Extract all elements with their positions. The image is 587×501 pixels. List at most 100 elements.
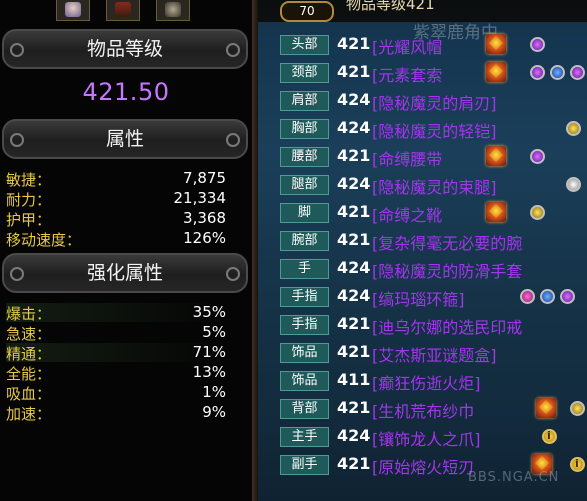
gem-socket-icon (520, 289, 535, 304)
enhancements-header-label: 强化属性 (86, 262, 163, 284)
item-level: 424 (337, 286, 371, 305)
slot-label: 饰品 (280, 343, 329, 363)
item-name[interactable]: [元素套索 (372, 62, 442, 86)
item-level: 421 (337, 314, 371, 333)
item-level: 421 (337, 146, 371, 165)
equipment-row-wrist[interactable]: 腕部 421 [复杂得毫无必要的腕 (258, 228, 587, 254)
tab-reputation[interactable] (106, 0, 140, 21)
equipment-row-back[interactable]: 背部 421 [生机荒布纱巾 (258, 396, 587, 422)
stat-row-stamina: 耐力： 21,334 (6, 189, 227, 209)
ornament-icon (226, 133, 240, 147)
stat-value: 9% (202, 403, 226, 421)
tab-character[interactable] (56, 0, 90, 21)
slot-label: 背部 (280, 399, 329, 419)
stat-label: 爆击： (6, 305, 52, 323)
item-level: 424 (337, 118, 371, 137)
stat-row-haste: 急速： 5% (6, 323, 226, 343)
equipment-row-trinket-2[interactable]: 饰品 411 [癫狂伤逝火炬] (258, 368, 587, 394)
item-name[interactable]: [光耀风帽 (372, 34, 442, 58)
ornament-icon (10, 43, 24, 57)
stat-label: 全能： (6, 365, 52, 383)
equipment-row-finger-2[interactable]: 手指 421 [迪乌尔娜的选民印戒 (258, 312, 587, 338)
slot-label: 腕部 (280, 231, 329, 251)
banner-icon (115, 2, 131, 17)
equipment-row-shoulder[interactable]: 肩部 424 [隐秘魔灵的肩刃] (258, 88, 587, 114)
gem-socket-icon (530, 65, 545, 80)
equipment-row-main-hand[interactable]: 主手 424 [镶饰龙人之爪] (258, 424, 587, 450)
slot-label: 颈部 (280, 63, 329, 83)
item-name[interactable]: [迪乌尔娜的选民印戒 (372, 314, 522, 338)
ornament-icon (10, 267, 24, 281)
item-name[interactable]: [镶饰龙人之爪] (372, 426, 481, 450)
tab-currency[interactable] (156, 0, 190, 21)
attributes-header-label: 属性 (105, 128, 144, 150)
stat-row-leech: 吸血： 1% (6, 383, 226, 403)
item-level: 421 (337, 454, 371, 473)
stat-row-mastery: 精通： 71% (6, 343, 226, 363)
item-name[interactable]: [隐秘魔灵的轻铠] (372, 118, 497, 142)
enchant-icon (530, 205, 545, 220)
item-name[interactable]: [隐秘魔灵的防滑手套 (372, 258, 522, 282)
equipment-row-trinket-1[interactable]: 饰品 421 [艾杰斯亚谜题盒] (258, 340, 587, 366)
stat-value: 3,368 (183, 209, 226, 227)
stat-label: 移动速度： (6, 231, 82, 249)
stat-value: 5% (202, 323, 226, 341)
item-name[interactable]: [癫狂伤逝火炬] (372, 370, 481, 394)
item-level: 424 (337, 90, 371, 109)
equipment-row-neck[interactable]: 颈部 421 [元素套索 (258, 60, 587, 86)
info-icon (570, 457, 585, 472)
item-name[interactable]: [隐秘魔灵的束腿] (372, 174, 497, 198)
equipment-row-chest[interactable]: 胸部 424 [隐秘魔灵的轻铠] (258, 116, 587, 142)
equipment-row-head[interactable]: 头部 421 [光耀风帽 (258, 32, 587, 58)
stat-row-versatility: 全能： 13% (6, 363, 226, 383)
crafted-crest-icon (536, 398, 556, 418)
item-name[interactable]: [艾杰斯亚谜题盒] (372, 342, 497, 366)
stat-row-agility: 敏捷： 7,875 (6, 169, 226, 189)
slot-label: 主手 (280, 427, 329, 447)
crafted-crest-icon (486, 146, 506, 166)
slot-label: 手指 (280, 287, 329, 307)
equipment-row-finger-1[interactable]: 手指 424 [缟玛瑙环箍] (258, 284, 587, 310)
slot-label: 手 (280, 259, 329, 279)
item-level: 421 (337, 342, 371, 361)
gem-socket-icon (530, 149, 545, 164)
stat-label: 敏捷： (6, 171, 52, 189)
item-level-header: 物品等级 (2, 29, 248, 69)
item-name[interactable]: [生机荒布纱巾 (372, 398, 474, 422)
stat-row-speed: 加速： 9% (6, 403, 226, 423)
equipment-row-feet[interactable]: 脚 421 [命缚之靴 (258, 200, 587, 226)
stat-label: 精通： (6, 345, 52, 363)
stat-value: 7,875 (183, 169, 226, 187)
enchant-icon (570, 401, 585, 416)
item-level: 424 (337, 258, 371, 277)
crafted-crest-icon (486, 202, 506, 222)
item-level: 421 (337, 62, 371, 81)
item-level: 421 (337, 34, 371, 53)
item-name[interactable]: [缟玛瑙环箍] (372, 286, 465, 310)
slot-label: 肩部 (280, 91, 329, 111)
item-name[interactable]: [隐秘魔灵的肩刃] (372, 90, 497, 114)
item-name[interactable]: [原始熔火短刃 (372, 454, 474, 478)
slot-label: 饰品 (280, 371, 329, 391)
enhancements-header: 强化属性 (2, 253, 248, 293)
character-stats-panel: 物品等级 421.50 属性 敏捷： 7,875 耐力： 21,334 护甲： 3,3… (0, 0, 252, 501)
stat-row-movement-speed: 移动速度： 126% (6, 229, 226, 249)
stat-value: 21,334 (173, 189, 227, 207)
item-level: 421 (337, 398, 371, 417)
item-name[interactable]: [命缚腰带 (372, 146, 442, 170)
item-name[interactable]: [复杂得毫无必要的腕 (372, 230, 522, 254)
gem-socket-icon (540, 289, 555, 304)
stat-label: 耐力： (6, 191, 52, 209)
slot-label: 胸部 (280, 119, 329, 139)
equipment-row-legs[interactable]: 腿部 424 [隐秘魔灵的束腿] (258, 172, 587, 198)
equipment-row-hands[interactable]: 手 424 [隐秘魔灵的防滑手套 (258, 256, 587, 282)
stat-label: 吸血： (6, 385, 52, 403)
equipment-row-waist[interactable]: 腰部 421 [命缚腰带 (258, 144, 587, 170)
ornament-icon (10, 133, 24, 147)
stat-value: 1% (202, 383, 226, 401)
item-name[interactable]: [命缚之靴 (372, 202, 442, 226)
character-level-badge: 70 (280, 1, 334, 22)
info-icon (542, 429, 557, 444)
item-level-header-label: 物品等级 (86, 38, 163, 60)
stat-row-armor: 护甲： 3,368 (6, 209, 226, 229)
